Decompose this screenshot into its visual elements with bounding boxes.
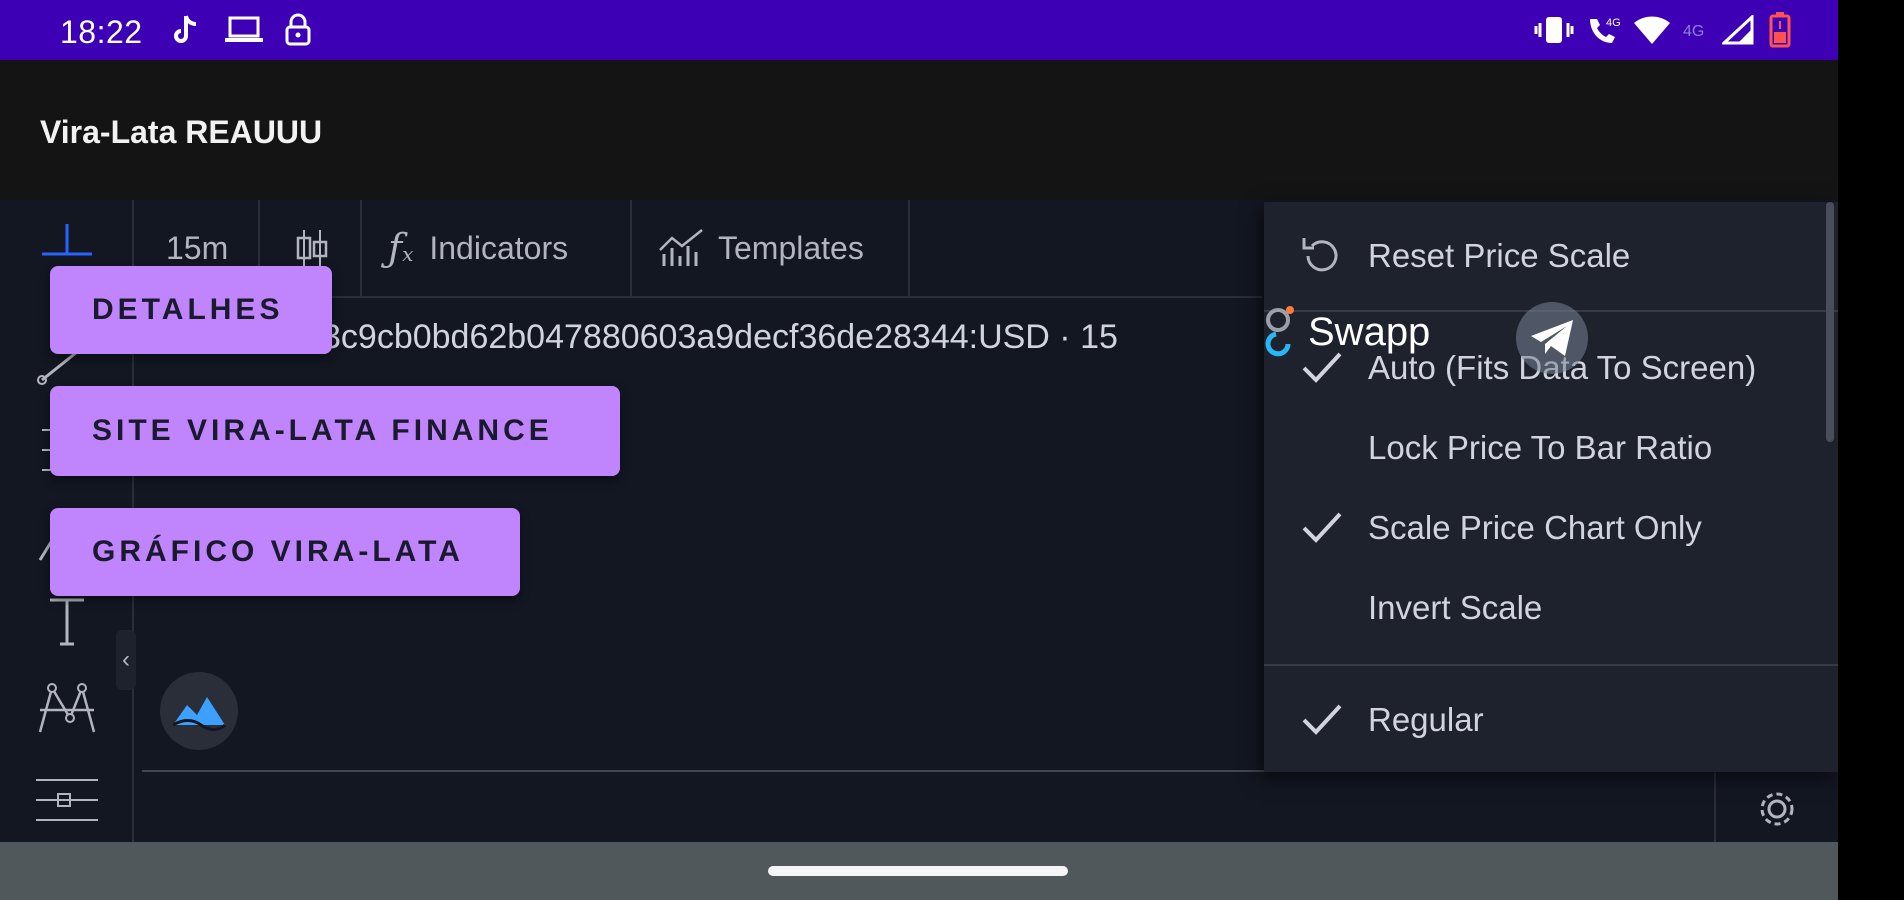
symbol-title[interactable]: 3c9cb0bd62b047880603a9decf36de28344:USD … — [322, 318, 1118, 357]
lock-icon — [282, 12, 314, 48]
indicators-button[interactable]: ƒx Indicators — [388, 200, 568, 296]
collapse-sidebar-button[interactable]: ‹ — [116, 630, 136, 690]
scale-price-chart-only-item[interactable]: Scale Price Chart Only — [1264, 488, 1838, 568]
regular-scale-item[interactable]: Regular — [1264, 680, 1838, 760]
check-icon — [1298, 504, 1346, 552]
telegram-icon[interactable] — [1516, 302, 1588, 374]
wifi-calling-icon: 4G — [1584, 12, 1624, 48]
gear-icon[interactable] — [1754, 786, 1800, 832]
laptop-icon — [222, 12, 266, 48]
price-scale-menu: Reset Price Scale Auto (Fits Data To Scr… — [1264, 202, 1838, 772]
home-gesture-handle[interactable] — [768, 866, 1068, 876]
app-title: Vira-Lata REAUUU — [40, 114, 323, 150]
battery-low-icon — [1766, 12, 1794, 48]
status-bar: 18:22 4G 4G — [0, 0, 1838, 60]
time-axis-line — [142, 770, 1264, 772]
lock-price-bar-ratio-item[interactable]: Lock Price To Bar Ratio — [1264, 408, 1838, 488]
tiktok-icon — [170, 12, 202, 48]
swapp-label: Swapp — [1308, 309, 1431, 354]
tradingview-logo-icon[interactable] — [160, 672, 238, 750]
templates-button[interactable]: Templates — [658, 200, 864, 296]
network-icon: 4G — [1680, 12, 1716, 48]
site-vira-lata-finance-button[interactable]: SITE VIRA-LATA FINANCE — [50, 386, 620, 476]
svg-text:4G: 4G — [1683, 23, 1704, 40]
status-time: 18:22 — [60, 14, 143, 50]
swapp-widget[interactable]: Swapp — [1262, 304, 1430, 360]
signal-icon — [1720, 12, 1756, 48]
menu-divider — [1264, 664, 1838, 666]
detalhes-button[interactable]: DETALHES — [50, 266, 332, 354]
invert-scale-label: Invert Scale — [1368, 589, 1543, 626]
swapp-logo-icon — [1262, 304, 1298, 360]
templates-icon — [658, 228, 704, 268]
measure-icon[interactable] — [32, 770, 102, 830]
text-tool-icon[interactable] — [32, 592, 102, 652]
app-screen: 18:22 4G 4G Vira-Lata REAUUU ‹ 15m ƒx In… — [0, 0, 1838, 900]
navigation-bar — [0, 842, 1838, 900]
indicators-label: Indicators — [429, 229, 569, 266]
app-bar: Vira-Lata REAUUU — [0, 60, 1838, 200]
grafico-vira-lata-button[interactable]: GRÁFICO VIRA-LATA — [50, 508, 520, 596]
reset-icon — [1298, 232, 1346, 280]
lock-price-bar-ratio-label: Lock Price To Bar Ratio — [1368, 429, 1713, 466]
svg-text:4G: 4G — [1606, 17, 1621, 29]
axis-divider — [1714, 772, 1716, 842]
toolbar-divider — [630, 200, 632, 296]
pattern-icon[interactable] — [32, 680, 102, 740]
vibrate-icon — [1534, 12, 1574, 48]
function-icon: ƒx — [388, 226, 414, 270]
reset-price-scale-label: Reset Price Scale — [1368, 237, 1631, 274]
scale-price-chart-only-label: Scale Price Chart Only — [1368, 509, 1702, 546]
toolbar-divider — [360, 200, 362, 296]
reset-price-scale-item[interactable]: Reset Price Scale — [1264, 216, 1838, 296]
check-icon — [1298, 696, 1346, 744]
templates-label: Templates — [718, 229, 864, 266]
invert-scale-item[interactable]: Invert Scale — [1264, 568, 1838, 648]
menu-scrollbar[interactable] — [1826, 202, 1834, 442]
regular-scale-label: Regular — [1368, 701, 1484, 738]
wifi-icon — [1632, 12, 1672, 48]
toolbar-divider — [908, 200, 910, 296]
